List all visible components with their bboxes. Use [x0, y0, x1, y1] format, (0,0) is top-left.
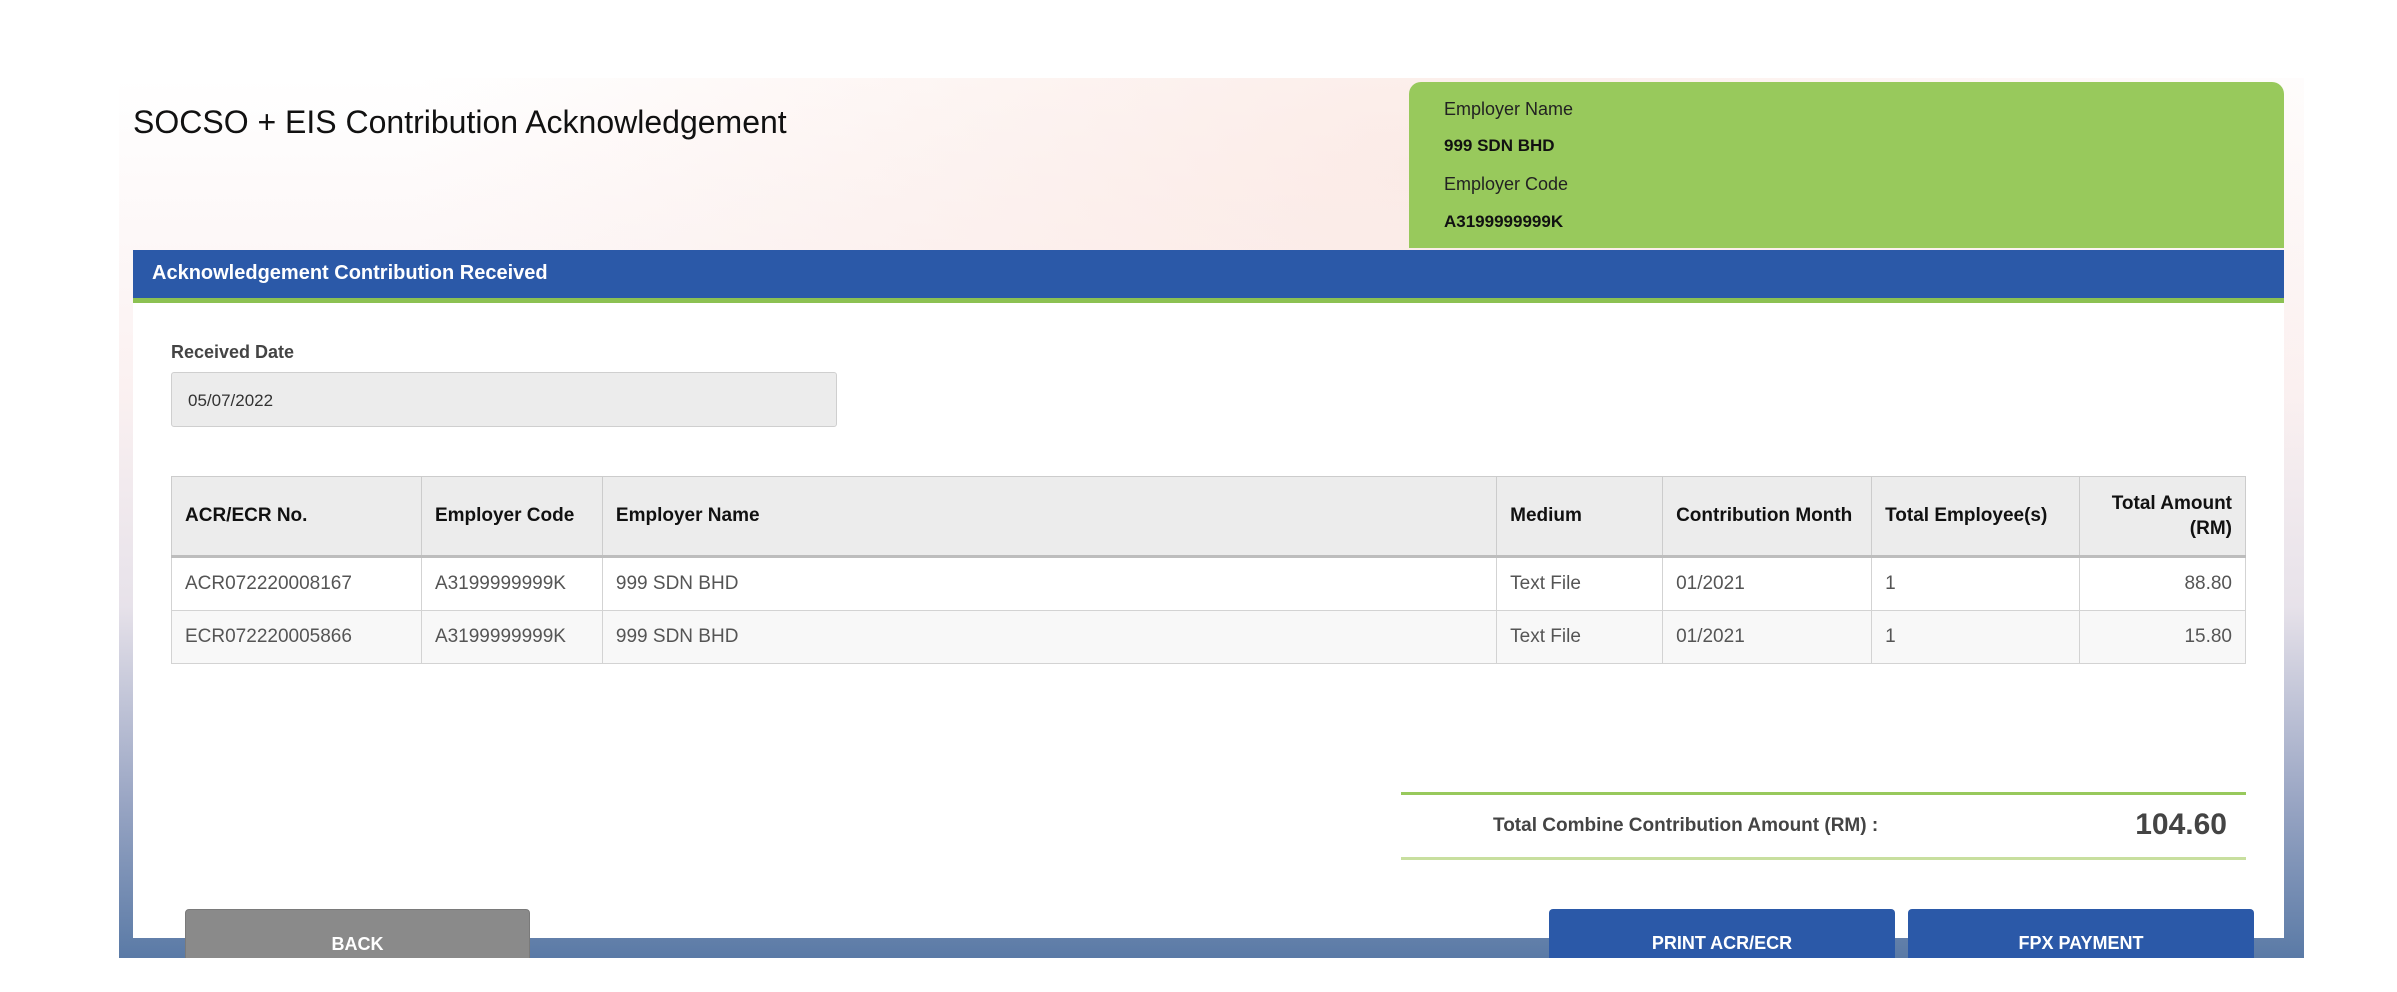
column-header: Contribution Month: [1662, 476, 1873, 558]
page-title: SOCSO + EIS Contribution Acknowledgement: [133, 104, 787, 140]
table-cell: 999 SDN BHD: [601, 556, 1498, 611]
table-cell: A3199999999K: [420, 610, 603, 664]
table-row: ECR072220005866 A3199999999K 999 SDN BHD…: [171, 610, 2246, 664]
table-cell: Text File: [1496, 556, 1664, 611]
table-cell: A3199999999K: [420, 556, 603, 611]
column-header: ACR/ECR No.: [171, 476, 422, 558]
panel-header: Acknowledgement Contribution Received: [133, 250, 2284, 303]
total-amount-value: 104.60: [2135, 808, 2227, 841]
received-date-field: 05/07/2022: [171, 372, 837, 427]
table-header-row: ACR/ECR No. Employer Code Employer Name …: [171, 476, 2246, 558]
panel-header-title: Acknowledgement Contribution Received: [152, 262, 548, 284]
table-cell: 1: [1871, 610, 2081, 664]
main-frame: SOCSO + EIS Contribution Acknowledgement…: [119, 78, 2304, 958]
contribution-table: ACR/ECR No. Employer Code Employer Name …: [171, 476, 2246, 664]
column-header: Total Employee(s): [1871, 476, 2081, 558]
employer-code-label: Employer Code: [1444, 174, 1569, 194]
fpx-payment-button[interactable]: FPX PAYMENT: [1908, 909, 2254, 958]
table-cell: 01/2021: [1662, 556, 1873, 611]
table-cell: 1: [1871, 556, 2081, 611]
table-cell: 01/2021: [1662, 610, 1873, 664]
table-cell: ECR072220005866: [171, 610, 422, 664]
table-row: ACR072220008167 A3199999999K 999 SDN BHD…: [171, 556, 2246, 611]
back-button[interactable]: BACK: [185, 909, 530, 958]
print-acr-ecr-button[interactable]: PRINT ACR/ECR: [1549, 909, 1895, 958]
employer-code-value: A3199999999K: [1444, 212, 1564, 231]
column-header: Employer Code: [420, 476, 603, 558]
received-date-label: Received Date: [171, 342, 295, 362]
table-cell: 999 SDN BHD: [601, 610, 1498, 664]
employer-info-box: Employer Name 999 SDN BHD Employer Code …: [1409, 82, 2284, 248]
column-header: Medium: [1496, 476, 1664, 558]
employer-name-value: 999 SDN BHD: [1444, 136, 1555, 155]
table-cell: Text File: [1496, 610, 1664, 664]
table-cell: 88.80: [2079, 556, 2246, 611]
column-header: Total Amount (RM): [2079, 476, 2246, 558]
total-amount-box: Total Combine Contribution Amount (RM) :…: [1401, 792, 2246, 860]
total-amount-label: Total Combine Contribution Amount (RM) :: [1493, 815, 1879, 836]
table-cell: ACR072220008167: [171, 556, 422, 611]
column-header: Employer Name: [601, 476, 1498, 558]
employer-name-label: Employer Name: [1444, 99, 1574, 119]
acknowledgement-panel: Acknowledgement Contribution Received Re…: [133, 250, 2284, 958]
table-cell: 15.80: [2079, 610, 2246, 664]
